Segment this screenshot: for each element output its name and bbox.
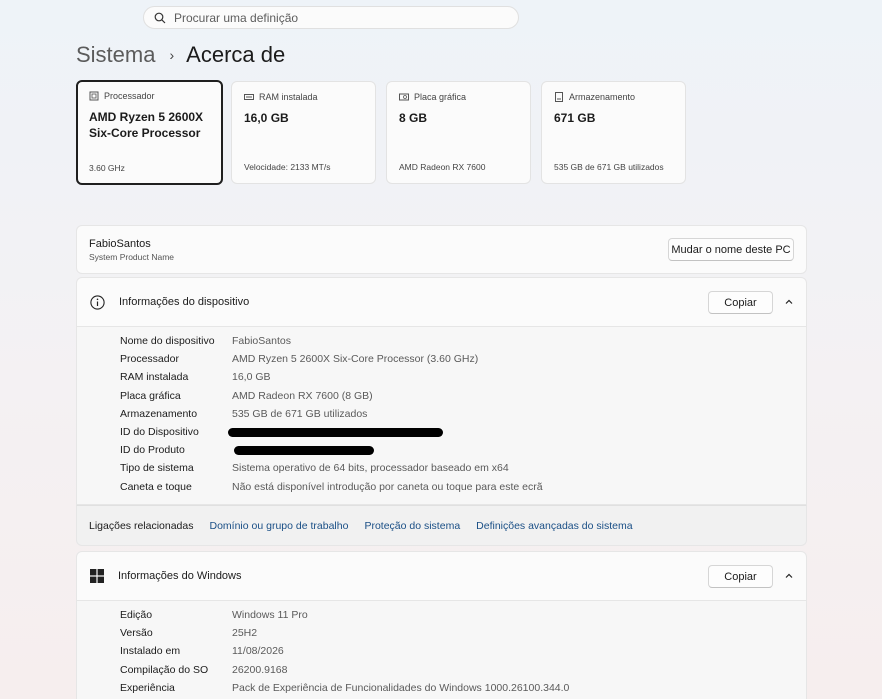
link-domain-workgroup[interactable]: Domínio ou grupo de trabalho [210, 520, 349, 532]
info-key: Armazenamento [120, 407, 198, 420]
info-key: Nome do dispositivo [120, 335, 215, 348]
breadcrumb-separator: › [169, 47, 175, 63]
link-system-protection[interactable]: Proteção do sistema [364, 520, 460, 532]
spec-card-storage[interactable]: Armazenamento 671 GB 535 GB de 671 GB ut… [541, 81, 686, 184]
device-info-header[interactable]: Informações do dispositivo Copiar [76, 277, 807, 327]
card-sub: 3.60 GHz [89, 163, 125, 173]
card-value: 8 GB [399, 111, 428, 125]
card-value: AMD Ryzen 5 2600X Six-Core Processor [89, 110, 204, 140]
info-key: RAM instalada [120, 371, 189, 384]
info-key: Edição [120, 609, 153, 622]
ram-icon [244, 94, 254, 100]
windows-info-body: Edição Windows 11 Pro Versão 25H2 Instalad… [76, 601, 807, 699]
card-label: Processador [104, 91, 155, 101]
card-label: RAM instalada [259, 92, 318, 102]
search-icon [154, 12, 166, 23]
info-value: 25H2 [232, 627, 258, 640]
redacted-product-id [234, 445, 374, 455]
copy-device-info-button[interactable]: Copiar [708, 291, 773, 314]
info-row: ID do Dispositivo [77, 423, 806, 441]
card-value: 16,0 GB [244, 111, 289, 125]
info-value: 535 GB de 671 GB utilizados [232, 407, 368, 420]
info-key: Caneta e toque [120, 480, 192, 493]
windows-info-header[interactable]: Informações do Windows Copiar [76, 551, 807, 601]
info-row: Caneta e toque Não está disponível introd… [77, 478, 806, 496]
info-row: Placa gráfica AMD Radeon RX 7600 (8 GB) [77, 387, 806, 405]
info-key: ID do Produto [120, 444, 185, 457]
card-sub: Velocidade: 2133 MT/s [244, 162, 331, 172]
windows-logo-icon [90, 569, 104, 583]
windows-info-title: Informações do Windows [118, 570, 242, 582]
chevron-up-icon[interactable] [784, 297, 794, 307]
info-value: Sistema operativo de 64 bits, processado… [232, 462, 509, 475]
chevron-up-icon[interactable] [784, 571, 794, 581]
related-links-label: Ligações relacionadas [89, 519, 194, 532]
info-key: Experiência [120, 681, 175, 694]
gpu-icon [399, 93, 409, 101]
cpu-icon [89, 91, 99, 101]
info-value: AMD Ryzen 5 2600X Six-Core Processor (3.… [232, 353, 479, 366]
info-value: Não está disponível introdução por canet… [232, 480, 543, 493]
info-key: Processador [120, 353, 179, 366]
info-key: Versão [120, 627, 153, 640]
device-info-title: Informações do dispositivo [119, 296, 250, 308]
info-row: Edição Windows 11 Pro [77, 606, 806, 624]
link-advanced-system-settings[interactable]: Definições avançadas do sistema [476, 520, 632, 532]
card-value: 671 GB [554, 111, 596, 125]
info-row: ID do Produto [77, 441, 806, 459]
info-value: 26200.9168 [232, 663, 288, 676]
info-row: RAM instalada 16,0 GB [77, 368, 806, 386]
breadcrumb: Sistema › Acerca de [76, 42, 285, 68]
redacted-device-id [228, 427, 443, 437]
info-value: 16,0 GB [232, 371, 271, 384]
info-value: Windows 11 Pro [232, 609, 308, 622]
device-name-panel: FabioSantos System Product Name Mudar o … [76, 225, 807, 274]
spec-card-gpu[interactable]: Placa gráfica 8 GB AMD Radeon RX 7600 [386, 81, 531, 184]
device-info-body: Nome do dispositivo FabioSantos Processad… [76, 327, 807, 505]
spec-card-processor[interactable]: Processador AMD Ryzen 5 2600X Six-Core P… [76, 80, 223, 185]
copy-windows-info-button[interactable]: Copiar [708, 565, 773, 588]
info-value: Pack de Experiência de Funcionalidades d… [232, 681, 570, 694]
breadcrumb-parent[interactable]: Sistema [76, 42, 155, 68]
card-sub: AMD Radeon RX 7600 [399, 162, 486, 172]
info-key: ID do Dispositivo [120, 426, 199, 439]
spec-card-ram[interactable]: RAM instalada 16,0 GB Velocidade: 2133 M… [231, 81, 376, 184]
info-row: Versão 25H2 [77, 624, 806, 642]
info-value: 11/08/2026 [232, 645, 284, 658]
info-key: Tipo de sistema [120, 462, 194, 475]
info-key: Compilação do SO [120, 663, 209, 676]
info-value: AMD Radeon RX 7600 (8 GB) [232, 389, 373, 402]
info-key: Instalado em [120, 645, 181, 658]
info-value: FabioSantos [232, 335, 291, 348]
page-title: Acerca de [186, 42, 286, 67]
card-label: Placa gráfica [414, 92, 467, 102]
search-box[interactable] [143, 6, 519, 29]
card-label: Armazenamento [569, 92, 636, 102]
storage-icon [555, 92, 563, 102]
rename-pc-button[interactable]: Mudar o nome deste PC [668, 238, 794, 261]
info-row: Processador AMD Ryzen 5 2600X Six-Core Pr… [77, 350, 806, 368]
info-icon [90, 294, 105, 310]
info-row: Instalado em 11/08/2026 [77, 642, 806, 660]
info-row: Experiência Pack de Experiência de Funcio… [77, 679, 806, 697]
info-row: Compilação do SO 26200.9168 [77, 661, 806, 679]
info-key: Placa gráfica [120, 389, 181, 402]
info-row: Nome do dispositivo FabioSantos [77, 332, 806, 350]
info-row: Armazenamento 535 GB de 671 GB utilizados [77, 405, 806, 423]
card-sub: 535 GB de 671 GB utilizados [554, 162, 664, 172]
info-row: Tipo de sistema Sistema operativo de 64 b… [77, 459, 806, 477]
search-input[interactable] [174, 10, 474, 25]
related-links: Ligações relacionadas Domínio ou grupo d… [76, 505, 807, 546]
